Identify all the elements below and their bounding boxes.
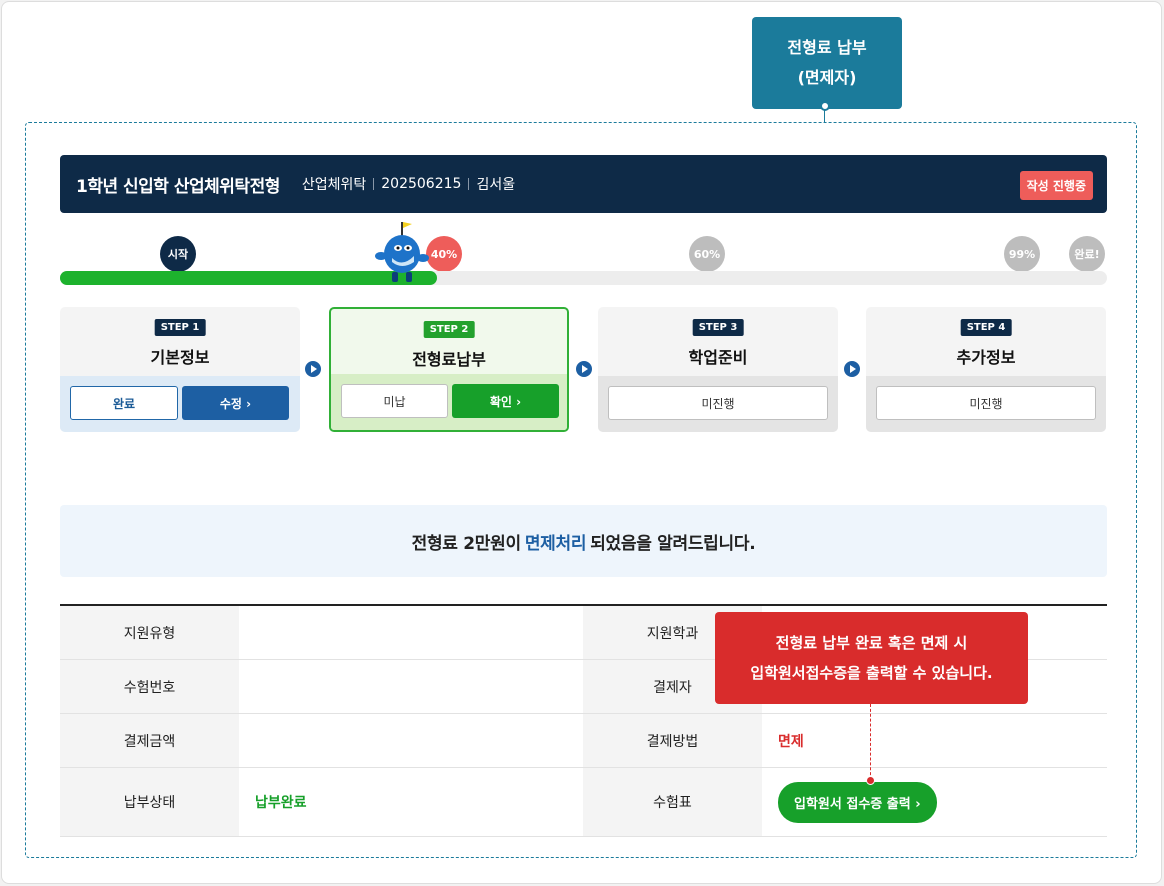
step-arrow-icon <box>844 361 860 377</box>
step-label: STEP 4 <box>960 319 1012 336</box>
meta-name: 김서울 <box>476 177 516 193</box>
step-name: 추가정보 <box>956 348 1016 367</box>
step-card-3: STEP 3 학업준비 미진행 <box>598 307 838 432</box>
step-status-button[interactable]: 미진행 <box>608 386 828 420</box>
progress-marker-start: 시작 <box>160 236 196 279</box>
step-card-4: STEP 4 추가정보 미진행 <box>866 307 1106 432</box>
table-header: 결제금액 <box>60 714 239 767</box>
callout-fee-exempt: 전형료 납부 (면제자) <box>752 17 902 109</box>
progress-marker-60: 60% <box>689 236 725 279</box>
table-cell <box>239 714 583 767</box>
callout-line1: 전형료 납부 완료 혹은 면제 시 <box>775 634 968 652</box>
application-header: 1학년 신입학 산업체위탁전형 산업체위탁 202506215 김서울 작성 진… <box>60 155 1107 213</box>
table-header: 결제방법 <box>583 714 762 767</box>
step-actions: 미진행 <box>866 376 1106 432</box>
payment-status-value: 납부완료 <box>255 795 307 811</box>
callout-line2: 입학원서접수증을 출력할 수 있습니다. <box>750 664 993 682</box>
callout-line2: (면제자) <box>797 68 857 87</box>
exemption-notice: 전형료 2만원이 면제처리 되었음을 알려드립니다. <box>60 505 1107 577</box>
notice-text-post: 되었음을 알려드립니다. <box>590 533 756 554</box>
page-title: 1학년 신입학 산업체위탁전형 <box>76 176 280 197</box>
progress-marker-done: 완료! <box>1069 236 1105 279</box>
step-arrow-icon <box>305 361 321 377</box>
step-status-button[interactable]: 미납 <box>341 384 448 418</box>
progress-marker-99: 99% <box>1004 236 1040 279</box>
mascot-icon <box>375 222 429 282</box>
table-cell: 입학원서 접수증 출력 › <box>762 768 1106 836</box>
step-label: STEP 1 <box>154 319 206 336</box>
step-label: STEP 2 <box>423 321 475 338</box>
print-receipt-button[interactable]: 입학원서 접수증 출력 › <box>778 781 937 823</box>
table-header: 납부상태 <box>60 768 239 836</box>
step-actions: 미진행 <box>598 376 838 432</box>
applicant-meta: 산업체위탁 202506215 김서울 <box>302 174 515 194</box>
callout-print-hint: 전형료 납부 완료 혹은 면제 시 입학원서접수증을 출력할 수 있습니다. <box>715 612 1028 704</box>
callout-dot <box>820 101 830 111</box>
meta-number: 202506215 <box>381 176 462 192</box>
table-cell <box>239 606 583 659</box>
meta-type: 산업체위탁 <box>301 177 367 193</box>
meta-divider <box>468 178 470 190</box>
step-card-1: STEP 1 기본정보 완료 수정 › <box>60 307 300 432</box>
step-status-button[interactable]: 미진행 <box>876 386 1096 420</box>
table-row: 결제금액 결제방법 면제 <box>60 714 1107 768</box>
step-arrow-icon <box>576 361 592 377</box>
callout-dot <box>866 776 875 785</box>
table-header: 지원유형 <box>60 606 239 659</box>
table-header: 수험번호 <box>60 660 239 713</box>
table-cell <box>239 660 583 713</box>
callout-line1: 전형료 납부 <box>787 38 867 57</box>
callout-connector <box>870 704 871 780</box>
step-actions: 미납 확인 › <box>331 374 567 430</box>
step-label: STEP 3 <box>692 319 744 336</box>
status-badge: 작성 진행중 <box>1019 171 1093 200</box>
progress-track <box>60 271 1107 285</box>
confirm-button[interactable]: 확인 › <box>452 384 559 418</box>
table-row: 납부상태 납부완료 수험표 입학원서 접수증 출력 › <box>60 768 1107 837</box>
step-status-button[interactable]: 완료 <box>70 386 178 420</box>
table-header: 수험표 <box>583 768 762 836</box>
notice-highlight: 면제처리 <box>524 533 587 554</box>
payment-method-value: 면제 <box>778 733 804 750</box>
meta-divider <box>373 178 375 190</box>
step-actions: 완료 수정 › <box>60 376 300 432</box>
step-name: 기본정보 <box>150 348 210 367</box>
step-card-2: STEP 2 전형료납부 미납 확인 › <box>329 307 569 432</box>
step-name: 전형료납부 <box>412 350 486 369</box>
step-name: 학업준비 <box>688 348 748 367</box>
edit-button[interactable]: 수정 › <box>182 386 289 420</box>
notice-text-pre: 전형료 2만원이 <box>411 533 521 554</box>
